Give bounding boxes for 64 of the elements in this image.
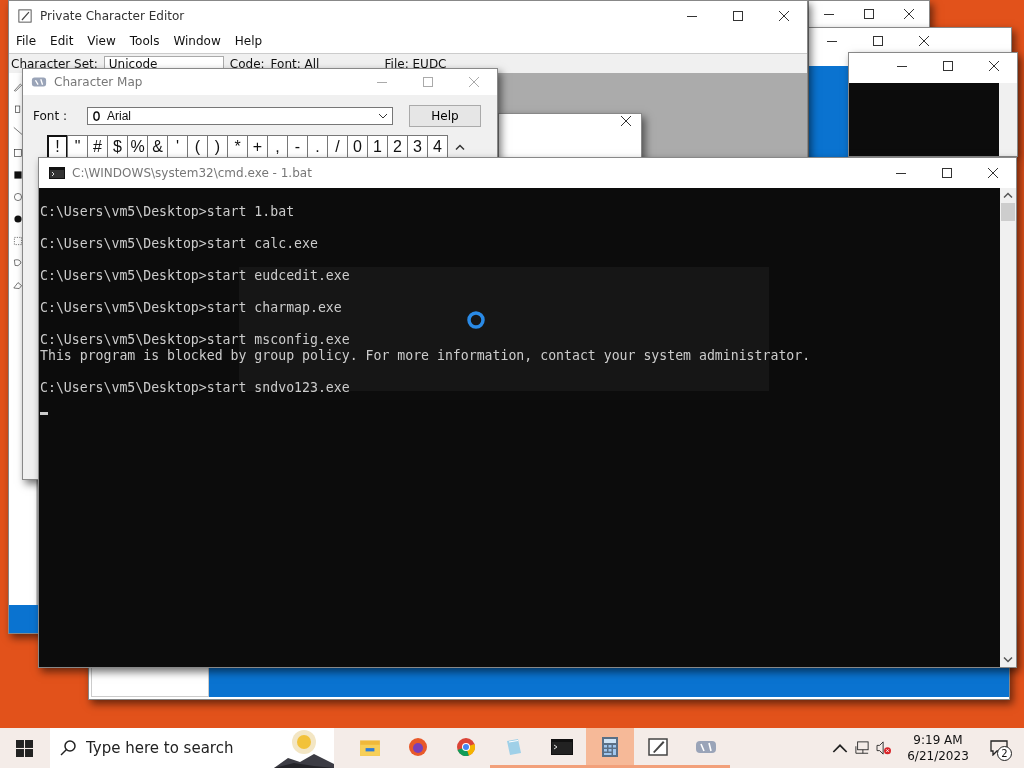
maximize-icon[interactable]	[864, 9, 874, 19]
help-button[interactable]: Help	[409, 105, 481, 127]
console-line: C:\Users\vm5\Desktop>start charmap.exe	[40, 300, 343, 316]
maximize-icon[interactable]	[942, 168, 952, 178]
close-icon[interactable]	[988, 168, 998, 178]
search-field[interactable]: Type here to search	[86, 739, 264, 757]
pen-icon	[647, 736, 669, 757]
network-icon[interactable]	[854, 741, 870, 755]
charmap-icon	[31, 75, 47, 89]
chevron-down-icon	[378, 113, 388, 119]
menu-item[interactable]: Tools	[129, 34, 160, 50]
close-icon[interactable]	[779, 11, 789, 21]
scroll-down-icon[interactable]	[1003, 656, 1013, 663]
time-text: 9:19 AM	[913, 732, 963, 748]
close-icon[interactable]	[904, 9, 914, 19]
console-icon	[551, 736, 573, 757]
scrollbar[interactable]	[999, 83, 1017, 156]
console-line: C:\Users\vm5\Desktop>start eudcedit.exe	[40, 268, 351, 284]
menu-item[interactable]: Edit	[50, 34, 74, 50]
character-cell[interactable]: 4	[427, 135, 448, 159]
console-line: C:\Users\vm5\Desktop>start sndvo123.exe	[40, 380, 351, 396]
console-line: C:\Users\vm5\Desktop>start 1.bat	[40, 204, 296, 220]
notification-button[interactable]: 2	[984, 733, 1014, 763]
console-line: This program is blocked by group policy. For more information, contact your system administrator.	[40, 348, 812, 364]
file-label: File: EUDC	[384, 56, 447, 71]
date-text: 6/21/2023	[907, 748, 969, 764]
code-label: Code:	[229, 56, 265, 71]
console-line: C:\Users\vm5\Desktop>start calc.exe	[40, 236, 319, 252]
font-label: Font: All	[270, 56, 321, 71]
windows-start-icon[interactable]	[16, 739, 33, 757]
scrollbar[interactable]	[1000, 188, 1016, 667]
browser-icon	[407, 736, 429, 757]
scroll-up-icon[interactable]	[1003, 192, 1013, 199]
menu-item[interactable]: File	[16, 34, 37, 50]
window-title: Character Map	[54, 75, 143, 89]
font-label: Font :	[33, 109, 68, 123]
maximize-icon[interactable]	[943, 61, 953, 71]
menu-item[interactable]: Help	[234, 34, 263, 50]
pen-icon	[17, 9, 33, 23]
font-dropdown[interactable]: Arial	[87, 107, 393, 125]
clock[interactable]: 9:19 AM 6/21/2023	[898, 732, 978, 764]
menu-item[interactable]: Window	[173, 34, 221, 50]
charset-label: Character Set:	[11, 56, 98, 71]
browser-icon	[455, 736, 477, 757]
maximize-icon[interactable]	[873, 36, 883, 46]
maximize-icon[interactable]	[733, 11, 743, 21]
close-icon[interactable]	[919, 36, 929, 46]
loading-spinner-icon	[466, 310, 486, 330]
search-icon	[60, 740, 76, 756]
search-box[interactable]: Type here to search	[50, 728, 334, 768]
menu-item[interactable]: View	[87, 34, 116, 50]
window-title: Private Character Editor	[40, 9, 185, 23]
scroll-thumb[interactable]	[1001, 203, 1015, 221]
font-type-icon	[92, 110, 101, 122]
volume-muted-icon[interactable]	[876, 741, 892, 755]
text-cursor	[40, 412, 48, 415]
close-icon[interactable]	[989, 61, 999, 71]
message-icon	[990, 740, 1008, 756]
calculator-icon	[599, 736, 621, 757]
console-icon	[49, 166, 65, 180]
notification-count: 2	[997, 746, 1012, 761]
window-title: C:\WINDOWS\system32\cmd.exe - 1.bat	[72, 166, 312, 180]
scroll-up-icon[interactable]	[455, 143, 465, 151]
console-line: C:\Users\vm5\Desktop>start msconfig.exe	[40, 332, 351, 348]
